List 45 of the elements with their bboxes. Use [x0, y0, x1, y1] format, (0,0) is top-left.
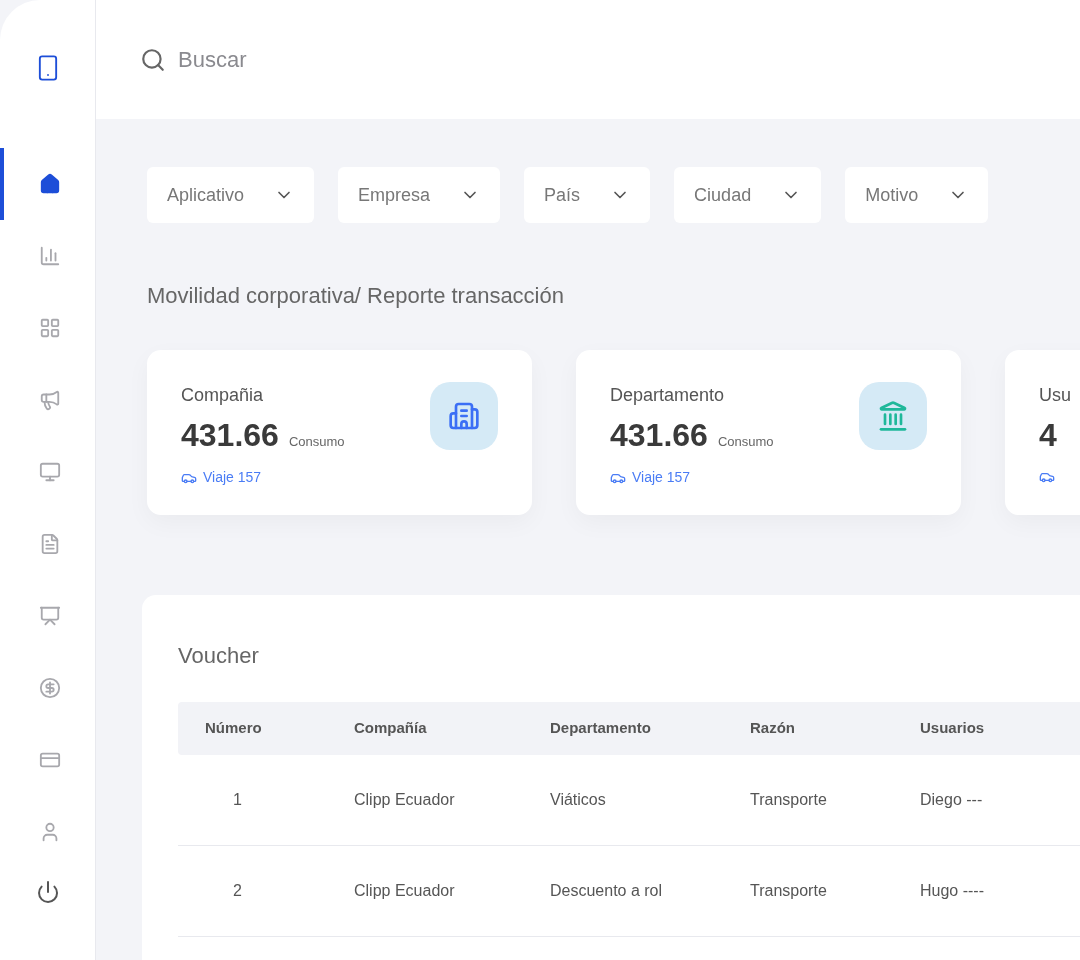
card-unit: Consumo [288, 433, 345, 451]
filter-dropdown[interactable]: Aplicativo [147, 167, 315, 223]
table-cell-text: Transporte [750, 881, 828, 901]
search-field[interactable]: Buscar [140, 43, 378, 76]
megaphone-icon [38, 389, 61, 411]
column-header: Departamento [550, 718, 652, 739]
column-header: Compañía [354, 718, 428, 739]
power-icon [35, 880, 60, 904]
search-icon [140, 46, 166, 73]
table-cell-text: Clipp Ecuador [354, 881, 456, 901]
trip-link[interactable]: Viaje 157 [181, 467, 345, 488]
breadcrumb: Movilidad corporativa/ Reporte transacción [147, 282, 565, 310]
filter-dropdown[interactable]: Empresa [338, 167, 501, 223]
table-cell-text: Viáticos [550, 790, 607, 810]
trip-link[interactable]: Viaje 157 [610, 467, 774, 488]
bank-icon [877, 400, 909, 432]
table-cell-text: Transporte [750, 790, 828, 810]
table-cell-text: Clipp Ecuador [354, 790, 456, 810]
table-cell-text: Hugo ---- [920, 881, 985, 901]
table-cell-text: Descuento a rol [550, 881, 664, 901]
card-title: Usu [1039, 384, 1071, 407]
bar-chart-icon [38, 245, 61, 267]
card-unit: Consumo [717, 433, 774, 451]
monitor-icon [38, 461, 61, 483]
column-header: Usuarios [920, 718, 986, 739]
building-icon [448, 400, 480, 432]
filter-dropdown[interactable]: Ciudad [674, 167, 822, 223]
column-header: Número [204, 718, 263, 739]
card-title: Compañia [181, 384, 265, 407]
grid-icon [38, 317, 61, 339]
table-cell-text: Diego --- [920, 790, 984, 810]
table-cell-text: 2 [232, 881, 243, 901]
filter-dropdown[interactable]: Motivo [845, 167, 989, 223]
card-title: Departamento [610, 384, 726, 407]
card-value: 4 [1039, 416, 1057, 455]
card-value: 431.66 [610, 416, 708, 455]
column-header: Razón [750, 718, 796, 739]
search-input[interactable]: Buscar [178, 43, 378, 76]
panel-title: Voucher [178, 642, 260, 670]
table-cell-text: 1 [232, 790, 243, 810]
presentation-icon [38, 605, 61, 627]
home-icon [38, 173, 61, 195]
filter-dropdown[interactable]: País [524, 167, 651, 223]
card-value: 431.66 [181, 416, 279, 455]
dollar-coin-icon [38, 677, 61, 699]
